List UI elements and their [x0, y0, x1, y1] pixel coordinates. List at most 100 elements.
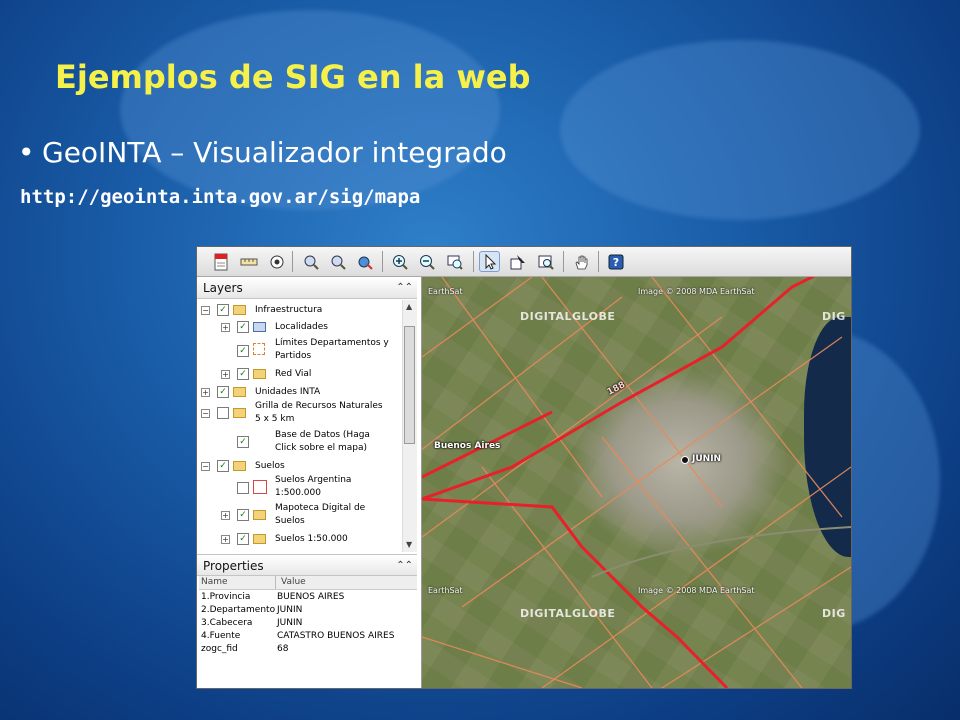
property-value: 68: [277, 644, 289, 654]
collapse-tree-icon[interactable]: −: [201, 462, 210, 471]
layer-label: Mapoteca Digital de: [275, 503, 366, 513]
layer-checkbox[interactable]: ✓: [237, 345, 249, 357]
table-row[interactable]: 2.Departamento JUNIN: [199, 604, 417, 617]
layer-checkbox[interactable]: [217, 407, 229, 419]
side-panel: Layers ⌃⌃ − ✓ Infraestructura + ✓ Locali…: [197, 277, 422, 688]
zoom-in-icon[interactable]: [389, 251, 410, 272]
hand-pan-icon[interactable]: [570, 251, 591, 272]
city-label: JUNIN: [692, 454, 722, 464]
scrollbar-thumb[interactable]: [404, 326, 415, 444]
table-row[interactable]: zogc_fid 68: [199, 643, 417, 656]
property-name: 4.Fuente: [201, 631, 241, 641]
pan-globe-icon[interactable]: [354, 251, 375, 272]
layer-label: Localidades: [275, 322, 328, 332]
digitalglobe-watermark: DIGITALGLOBE: [520, 607, 616, 620]
layer-row[interactable]: − ✓ Suelos: [197, 460, 402, 474]
layer-row[interactable]: + ✓ Suelos 1:50.000: [197, 533, 402, 547]
layer-checkbox[interactable]: ✓: [237, 321, 249, 333]
imagery-attribution: Image © 2008 MDA EarthSat: [638, 586, 755, 595]
place-label: Buenos Aires: [434, 441, 501, 451]
layer-checkbox[interactable]: ✓: [217, 460, 229, 472]
layer-row[interactable]: ✓ Base de Datos (Haga Click sobre el map…: [197, 430, 402, 456]
property-name: 1.Provincia: [201, 592, 251, 602]
collapse-icon[interactable]: ⌃⌃: [396, 555, 413, 577]
properties-table-header: Name Value: [199, 576, 417, 590]
folder-icon: [253, 534, 266, 544]
layer-row[interactable]: + ✓ Unidades INTA: [197, 386, 402, 400]
layer-label: Suelos 1:50.000: [275, 534, 348, 544]
help-icon[interactable]: ?: [605, 251, 626, 272]
layers-scrollbar[interactable]: ▲ ▼: [402, 300, 417, 552]
zoom-in-rect-icon[interactable]: [300, 251, 321, 272]
layer-label: Suelos: [255, 461, 285, 471]
zoom-extent-icon[interactable]: [444, 251, 465, 272]
collapse-tree-icon[interactable]: −: [201, 409, 210, 418]
layer-checkbox[interactable]: ✓: [237, 436, 249, 448]
layer-label: Grilla de Recursos Naturales: [255, 401, 383, 411]
collapse-tree-icon[interactable]: −: [201, 306, 210, 315]
property-value: JUNIN: [277, 618, 303, 628]
slide-url[interactable]: http://geointa.inta.gov.ar/sig/mapa: [20, 186, 420, 208]
zoom-out-rect-icon[interactable]: [327, 251, 348, 272]
bullet-text: GeoINTA – Visualizador integrado: [42, 136, 507, 169]
zoom-out-icon[interactable]: [416, 251, 437, 272]
scroll-down-icon[interactable]: ▼: [406, 540, 412, 549]
expand-tree-icon[interactable]: +: [201, 388, 210, 397]
properties-panel-header[interactable]: Properties ⌃⌃: [197, 554, 417, 576]
map-viewer-window: ? Layers ⌃⌃ − ✓ Infraestructura + ✓ Loca…: [196, 246, 852, 689]
pdf-export-icon[interactable]: [210, 251, 231, 272]
toolbar-separator: [473, 251, 474, 272]
scroll-up-icon[interactable]: ▲: [406, 302, 412, 311]
query-icon[interactable]: [535, 251, 556, 272]
layer-label: 1:500.000: [275, 488, 321, 498]
layer-label: Suelos Argentina: [275, 475, 352, 485]
layer-row[interactable]: + ✓ Red Vial: [197, 368, 402, 382]
folder-icon: [233, 408, 246, 418]
digitalglobe-watermark: DIGITALGLOBE: [520, 310, 616, 323]
folder-icon: [233, 305, 246, 315]
imagery-attribution: EarthSat: [428, 586, 463, 595]
layer-row[interactable]: − Grilla de Recursos Naturales 5 x 5 km: [197, 401, 402, 427]
layer-row[interactable]: ✓ Límites Departamentos y Partidos: [197, 338, 402, 364]
collapse-icon[interactable]: ⌃⌃: [396, 277, 413, 299]
expand-tree-icon[interactable]: +: [221, 511, 230, 520]
layer-row[interactable]: − ✓ Infraestructura: [197, 304, 402, 318]
svg-text:?: ?: [612, 256, 618, 269]
layer-checkbox[interactable]: ✓: [237, 509, 249, 521]
satellite-map[interactable]: Image © 2008 MDA EarthSat Image © 2008 M…: [422, 277, 851, 688]
property-value: BUENOS AIRES: [277, 592, 345, 602]
layer-label: Suelos: [275, 516, 305, 526]
expand-tree-icon[interactable]: +: [221, 323, 230, 332]
target-icon[interactable]: [266, 251, 287, 272]
city-marker-icon[interactable]: [681, 456, 689, 464]
layer-row[interactable]: + ✓ Localidades: [197, 321, 402, 335]
folder-icon: [233, 461, 246, 471]
expand-tree-icon[interactable]: +: [221, 370, 230, 379]
toolbar-separator: [598, 251, 599, 272]
select-pointer-icon[interactable]: [479, 251, 500, 272]
properties-panel-title: Properties: [203, 559, 264, 573]
layer-checkbox[interactable]: ✓: [217, 386, 229, 398]
identify-icon[interactable]: [507, 251, 528, 272]
layer-checkbox[interactable]: [237, 482, 249, 494]
layer-checkbox[interactable]: ✓: [237, 368, 249, 380]
layers-panel-title: Layers: [203, 281, 243, 295]
property-name: zogc_fid: [201, 644, 238, 654]
layer-label: Infraestructura: [255, 305, 323, 315]
expand-tree-icon[interactable]: +: [221, 535, 230, 544]
boundary-legend-icon: [253, 343, 265, 355]
property-value: CATASTRO BUENOS AIRES: [277, 631, 395, 641]
layers-panel-header[interactable]: Layers ⌃⌃: [197, 277, 417, 299]
property-name: 3.Cabecera: [201, 618, 253, 628]
table-row[interactable]: 3.Cabecera JUNIN: [199, 617, 417, 630]
table-row[interactable]: 1.Provincia BUENOS AIRES: [199, 591, 417, 604]
layer-checkbox[interactable]: ✓: [217, 304, 229, 316]
table-row[interactable]: 4.Fuente CATASTRO BUENOS AIRES: [199, 630, 417, 643]
layer-row[interactable]: Suelos Argentina 1:500.000: [197, 475, 402, 501]
map-toolbar: ?: [197, 247, 851, 277]
measure-ruler-icon[interactable]: [238, 251, 259, 272]
imagery-attribution: Image © 2008 MDA EarthSat: [638, 287, 755, 296]
property-name: 2.Departamento: [201, 605, 276, 615]
layer-row[interactable]: + ✓ Mapoteca Digital de Suelos: [197, 503, 402, 529]
layer-checkbox[interactable]: ✓: [237, 533, 249, 545]
